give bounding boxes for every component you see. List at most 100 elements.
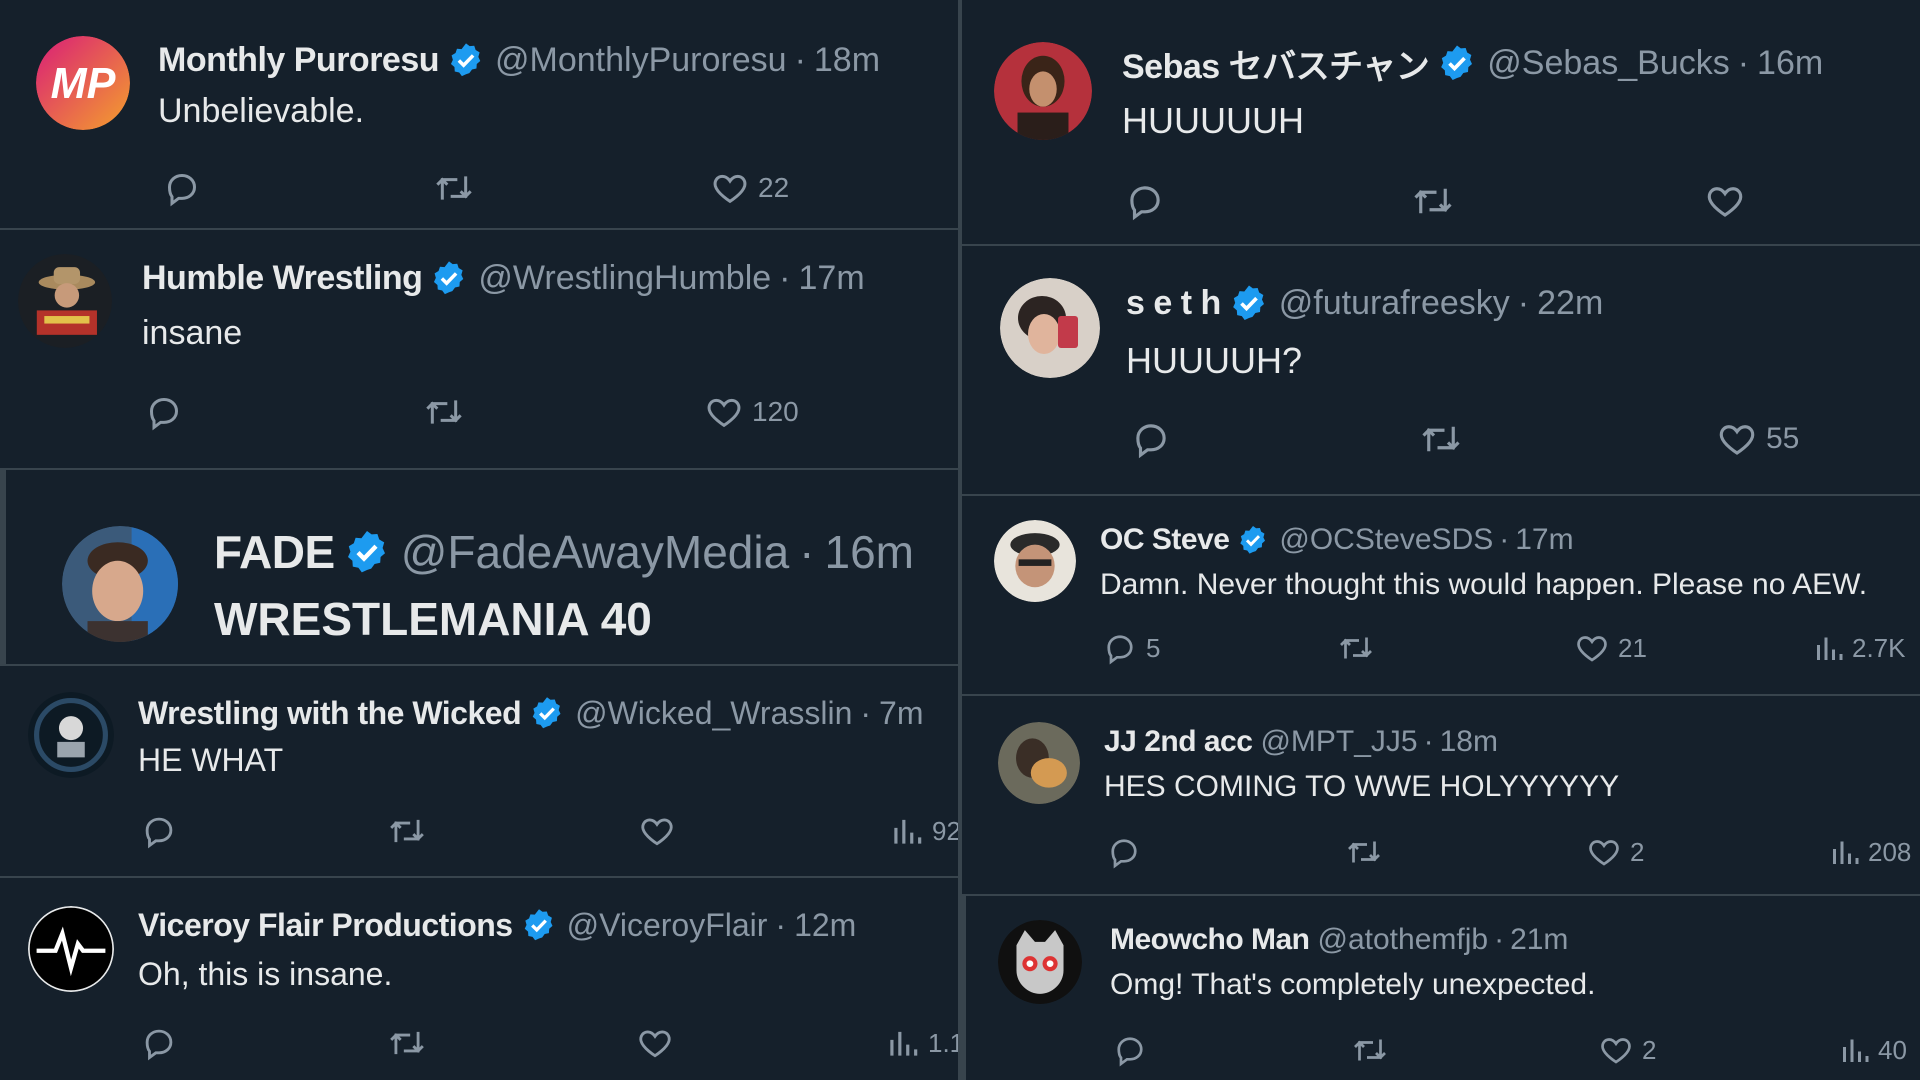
timestamp[interactable]: 21m (1510, 923, 1568, 957)
views-button[interactable]: 208 (1830, 834, 1911, 870)
like-button[interactable]: 21 (1574, 630, 1647, 666)
timestamp[interactable]: 12m (794, 907, 856, 944)
views-button[interactable]: 40 (1840, 1032, 1907, 1068)
avatar[interactable] (994, 42, 1092, 140)
view-count: 1.1 (928, 1027, 958, 1058)
separator: · (775, 906, 787, 943)
like-button[interactable] (636, 1024, 674, 1062)
verified-badge-icon (521, 907, 557, 943)
retweet-button[interactable] (1350, 1032, 1390, 1068)
retweet-button[interactable] (1336, 630, 1376, 666)
handle[interactable]: @atothemfjb (1318, 923, 1489, 957)
timestamp[interactable]: 16m (825, 525, 914, 579)
display-name[interactable]: s e t h (1126, 284, 1221, 323)
timestamp[interactable]: 16m (1757, 44, 1823, 83)
retweet-button[interactable] (386, 812, 428, 850)
separator: · (779, 258, 791, 297)
timestamp[interactable]: 17m (1515, 523, 1573, 557)
like-button[interactable]: 2 (1598, 1032, 1656, 1068)
display-name[interactable]: JJ 2nd acc (1104, 725, 1253, 759)
tweet-seth[interactable]: s e t h @futurafreesky · 22m HUUUUH? 55 (962, 246, 1920, 496)
reply-button[interactable] (140, 812, 178, 850)
like-button[interactable]: 120 (704, 392, 799, 432)
tweet-wrestling-with-the-wicked[interactable]: Wrestling with the Wicked @Wicked_Wrassl… (0, 666, 958, 878)
handle[interactable]: @FadeAwayMedia (401, 525, 789, 579)
reply-button[interactable] (140, 1024, 178, 1062)
reply-button[interactable] (162, 168, 202, 208)
views-button[interactable]: 2.7K (1814, 630, 1906, 666)
avatar[interactable] (994, 520, 1076, 602)
handle[interactable]: @ViceroyFlair (567, 907, 768, 944)
verified-badge-icon (1437, 43, 1477, 83)
tweet-oc-steve[interactable]: OC Steve @OCSteveSDS · 17m Damn. Never t… (962, 496, 1920, 696)
view-count: 2.7K (1852, 632, 1906, 663)
retweet-button[interactable] (422, 392, 466, 432)
like-button[interactable]: 22 (710, 168, 789, 208)
verified-badge-icon (343, 528, 391, 576)
tweet-text: HUUUUUH (1122, 100, 1304, 141)
avatar[interactable] (62, 526, 178, 642)
views-button[interactable]: 92 (890, 812, 958, 850)
reply-button[interactable] (1106, 834, 1142, 870)
timestamp[interactable]: 18m (1440, 725, 1498, 759)
avatar[interactable]: MP (36, 36, 130, 130)
separator: · (1517, 283, 1530, 322)
separator: · (1737, 43, 1750, 82)
retweet-button[interactable] (1418, 418, 1464, 460)
reply-icon (1112, 1032, 1148, 1068)
avatar[interactable] (28, 692, 114, 778)
display-name[interactable]: Meowcho Man (1110, 923, 1310, 957)
retweet-button[interactable] (386, 1024, 428, 1062)
avatar[interactable] (998, 722, 1080, 804)
reply-icon (162, 168, 202, 208)
avatar[interactable] (18, 254, 112, 348)
retweet-icon (386, 1024, 428, 1062)
display-name[interactable]: FADE (214, 525, 335, 579)
handle[interactable]: @OCSteveSDS (1279, 523, 1493, 557)
tweet-monthly-puroresu[interactable]: MP Monthly Puroresu @MonthlyPuroresu · 1… (0, 0, 958, 230)
display-name[interactable]: Viceroy Flair Productions (138, 907, 513, 944)
reply-icon (140, 812, 178, 850)
like-button[interactable]: 55 (1716, 418, 1799, 460)
timestamp[interactable]: 18m (814, 41, 880, 80)
timestamp[interactable]: 22m (1537, 284, 1603, 323)
display-name[interactable]: Wrestling with the Wicked (138, 695, 522, 732)
tweet-sebas[interactable]: Sebas セバスチャン @Sebas_Bucks · 16m HUUUUUH (962, 10, 1920, 246)
display-name[interactable]: OC Steve (1100, 523, 1230, 557)
views-button[interactable]: 1.1 (886, 1024, 958, 1062)
retweet-button[interactable] (432, 168, 476, 208)
handle[interactable]: @Wicked_Wrasslin (575, 695, 852, 732)
retweet-button[interactable] (1344, 834, 1384, 870)
reply-icon (144, 392, 184, 432)
tweet-jj-2nd-acc[interactable]: JJ 2nd acc @MPT_JJ5 · 18m HES COMING TO … (962, 696, 1920, 896)
display-name[interactable]: Sebas セバスチャン (1122, 39, 1430, 88)
reply-button[interactable] (144, 392, 184, 432)
handle[interactable]: @futurafreesky (1279, 284, 1510, 323)
retweet-icon (1344, 834, 1384, 870)
verified-badge-icon (529, 695, 565, 731)
reply-button[interactable]: 5 (1102, 630, 1160, 666)
timestamp[interactable]: 17m (799, 259, 865, 298)
tweet-humble-wrestling[interactable]: Humble Wrestling @WrestlingHumble · 17m … (0, 230, 958, 470)
avatar[interactable] (1000, 278, 1100, 378)
tweet-fade[interactable]: FADE @FadeAwayMedia · 16m WRESTLEMANIA 4… (0, 470, 958, 666)
like-button[interactable] (1704, 180, 1746, 222)
timestamp[interactable]: 7m (879, 695, 923, 732)
reply-button[interactable] (1124, 180, 1166, 222)
like-button[interactable] (638, 812, 676, 850)
tweet-meowcho-man[interactable]: Meowcho Man @atothemfjb · 21m Omg! That'… (962, 896, 1920, 1080)
handle[interactable]: @WrestlingHumble (478, 259, 771, 298)
tweet-text: insane (142, 314, 243, 352)
like-button[interactable]: 2 (1586, 834, 1644, 870)
reply-button[interactable] (1130, 418, 1172, 460)
retweet-button[interactable] (1410, 180, 1456, 222)
reply-button[interactable] (1112, 1032, 1148, 1068)
tweet-viceroy-flair[interactable]: Viceroy Flair Productions @ViceroyFlair … (0, 878, 958, 1080)
avatar[interactable] (998, 920, 1082, 1004)
handle[interactable]: @MPT_JJ5 (1260, 725, 1417, 759)
display-name[interactable]: Monthly Puroresu (158, 41, 440, 80)
avatar[interactable] (28, 906, 114, 992)
display-name[interactable]: Humble Wrestling (142, 259, 423, 298)
handle[interactable]: @MonthlyPuroresu (495, 41, 787, 80)
handle[interactable]: @Sebas_Bucks (1487, 44, 1729, 83)
